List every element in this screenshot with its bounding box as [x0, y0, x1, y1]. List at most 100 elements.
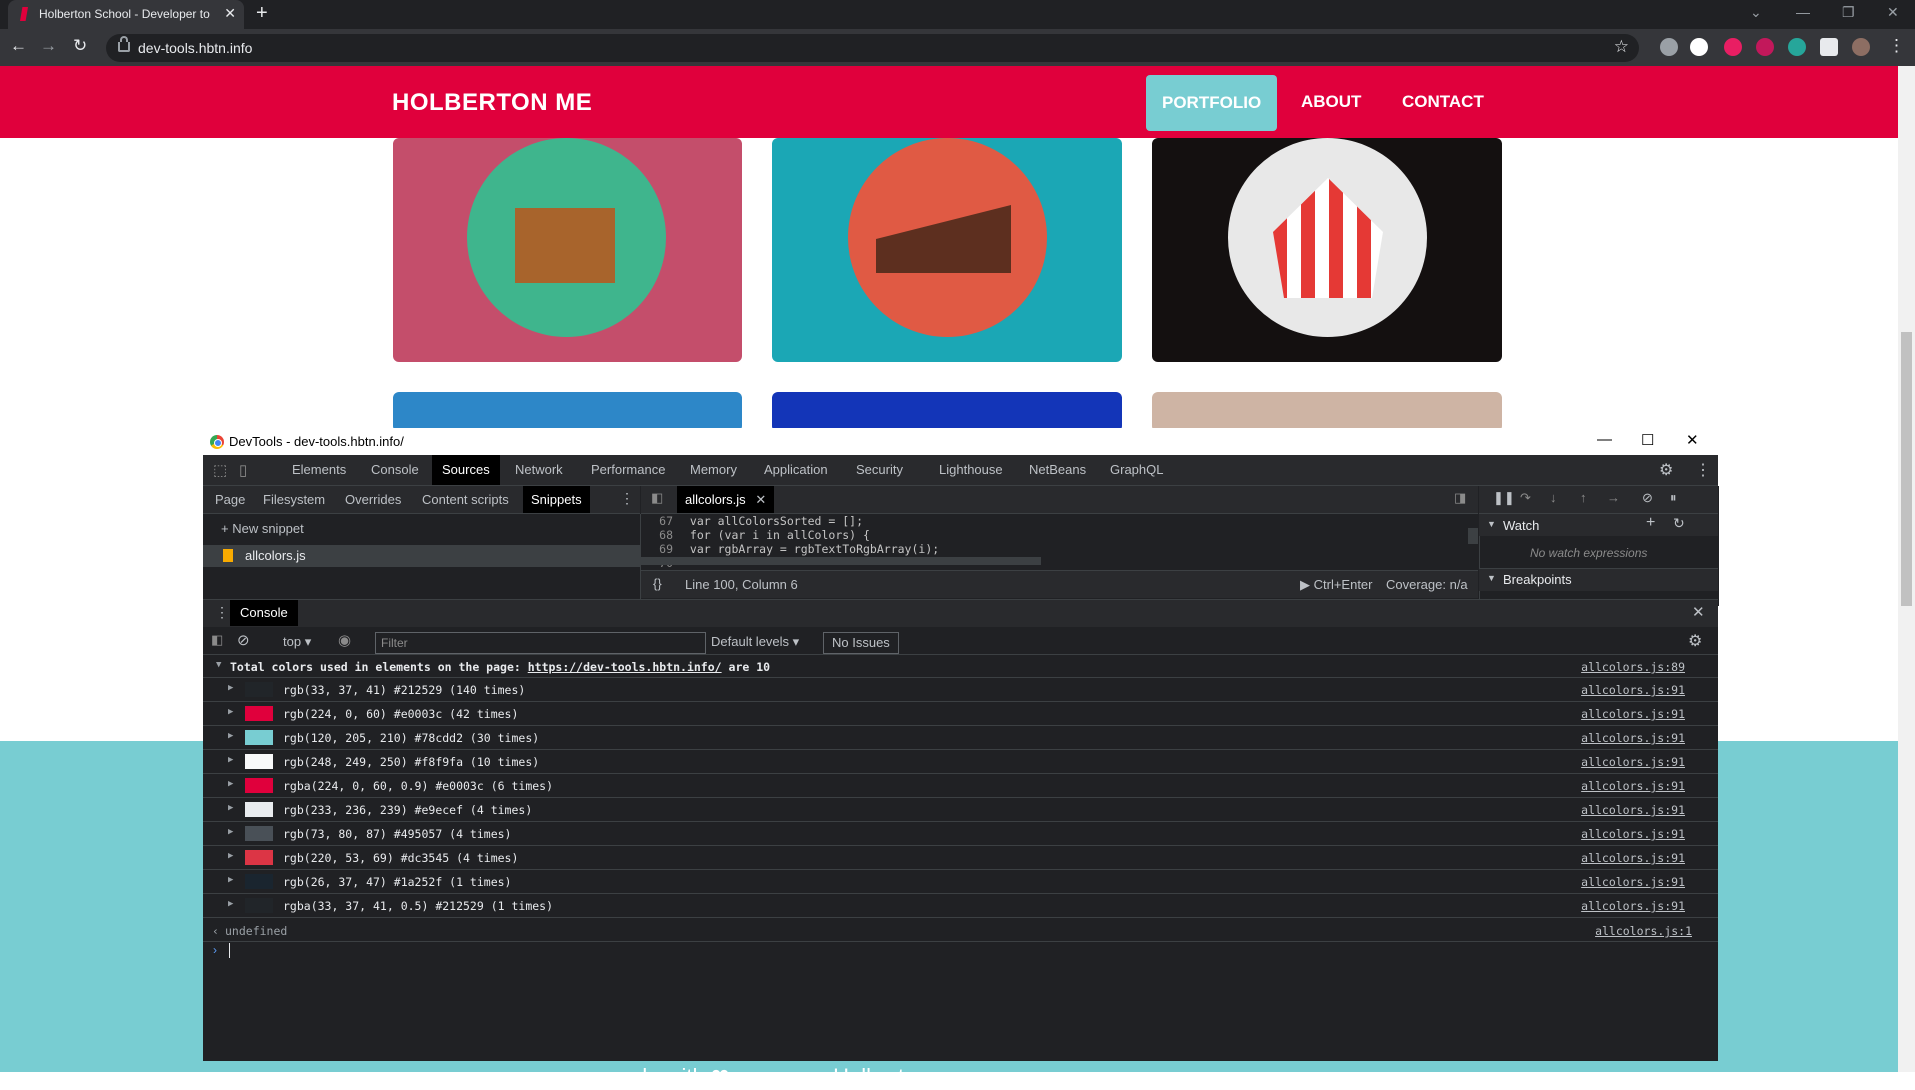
- extension-pink-icon[interactable]: [1724, 38, 1742, 56]
- expand-arrow-icon[interactable]: ▶: [228, 803, 233, 813]
- device-toolbar-icon[interactable]: ▯: [239, 461, 247, 479]
- tab-graphql[interactable]: GraphQL: [1100, 455, 1173, 485]
- console-input[interactable]: [229, 943, 230, 958]
- console-log-row[interactable]: ▶ rgb(224, 0, 60) #e0003c (42 times) allco…: [203, 702, 1718, 726]
- nav-about[interactable]: ABOUT: [1285, 66, 1377, 130]
- console-filter-input[interactable]: Filter: [375, 632, 706, 654]
- log-levels-dropdown[interactable]: Default levels ▾: [711, 634, 799, 650]
- source-link[interactable]: allcolors.js:91: [1581, 755, 1685, 769]
- address-bar[interactable]: dev-tools.hbtn.info ☆: [106, 34, 1639, 62]
- step-out-icon[interactable]: ↑: [1580, 490, 1587, 505]
- step-icon[interactable]: →: [1607, 490, 1620, 505]
- context-selector[interactable]: top ▾: [283, 634, 311, 650]
- drawer-menu-icon[interactable]: ⋮: [215, 604, 229, 621]
- console-log-row[interactable]: ▶ rgb(120, 205, 210) #78cdd2 (30 times) al…: [203, 726, 1718, 750]
- page-url-link[interactable]: https://dev-tools.hbtn.info/: [528, 660, 722, 674]
- tab-performance[interactable]: Performance: [581, 455, 675, 485]
- bookmark-star-icon[interactable]: ☆: [1614, 37, 1629, 57]
- nav-contact[interactable]: CONTACT: [1386, 66, 1500, 130]
- site-brand[interactable]: HOLBERTON ME: [392, 89, 592, 117]
- devtools-close-icon[interactable]: ✕: [1686, 431, 1699, 449]
- settings-gear-icon[interactable]: ⚙: [1659, 460, 1673, 480]
- tab-console[interactable]: Console: [361, 455, 429, 485]
- devtools-maximize-icon[interactable]: ☐: [1641, 431, 1654, 449]
- subtab-snippets[interactable]: Snippets: [523, 486, 590, 513]
- nav-portfolio[interactable]: PORTFOLIO: [1146, 75, 1278, 131]
- tab-security[interactable]: Security: [846, 455, 913, 485]
- expand-arrow-icon[interactable]: ▶: [228, 683, 233, 693]
- issues-button[interactable]: No Issues: [823, 632, 899, 654]
- portfolio-card-5[interactable]: [772, 392, 1122, 432]
- source-link[interactable]: allcolors.js:91: [1581, 731, 1685, 745]
- expand-arrow-icon[interactable]: ▶: [228, 875, 233, 885]
- tab-lighthouse[interactable]: Lighthouse: [929, 455, 1013, 485]
- result-source-link[interactable]: allcolors.js:1: [1595, 924, 1692, 938]
- editor-tab-close-icon[interactable]: ✕: [755, 492, 766, 507]
- deactivate-breakpoints-icon[interactable]: ⊘: [1642, 490, 1653, 506]
- navigator-menu-icon[interactable]: ⋮: [620, 490, 634, 507]
- pause-icon[interactable]: ❚❚: [1493, 490, 1515, 506]
- console-sidebar-icon[interactable]: ◧: [211, 632, 223, 648]
- tab-memory[interactable]: Memory: [680, 455, 747, 485]
- expand-arrow-icon[interactable]: ▶: [228, 707, 233, 717]
- source-link[interactable]: allcolors.js:91: [1581, 875, 1685, 889]
- subtab-content-scripts[interactable]: Content scripts: [414, 486, 517, 513]
- portfolio-card-4[interactable]: [393, 392, 742, 432]
- minimize-icon[interactable]: —: [1796, 4, 1810, 20]
- console-log-row[interactable]: ▶ rgb(26, 37, 47) #1a252f (1 times) allcol…: [203, 870, 1718, 894]
- tab-netbeans[interactable]: NetBeans: [1019, 455, 1096, 485]
- breakpoints-collapse-icon[interactable]: ▼: [1487, 573, 1496, 583]
- source-link[interactable]: allcolors.js:89: [1581, 660, 1685, 674]
- step-into-icon[interactable]: ↓: [1550, 490, 1557, 505]
- subtab-page[interactable]: Page: [207, 486, 253, 513]
- profile-avatar[interactable]: [1852, 38, 1870, 56]
- devtools-menu-icon[interactable]: ⋮: [1695, 460, 1711, 480]
- tab-close-icon[interactable]: ✕: [224, 5, 236, 22]
- close-drawer-icon[interactable]: ✕: [1692, 603, 1705, 621]
- editor-tab-allcolors[interactable]: allcolors.js ✕: [677, 486, 775, 513]
- watch-collapse-icon[interactable]: ▼: [1487, 519, 1496, 529]
- source-link[interactable]: allcolors.js:91: [1581, 899, 1685, 913]
- console-log-row[interactable]: ▶ rgb(220, 53, 69) #dc3545 (4 times) allco…: [203, 846, 1718, 870]
- subtab-filesystem[interactable]: Filesystem: [255, 486, 333, 513]
- expand-arrow-icon[interactable]: ▶: [228, 899, 233, 909]
- code-scrollbar[interactable]: [1468, 528, 1478, 544]
- pretty-print-icon[interactable]: {}: [653, 576, 662, 591]
- devtools-minimize-icon[interactable]: —: [1597, 431, 1612, 448]
- pause-on-exceptions-icon[interactable]: ⏸: [1670, 490, 1677, 506]
- console-log-row[interactable]: ▶ rgb(248, 249, 250) #f8f9fa (10 times) al…: [203, 750, 1718, 774]
- drawer-tab-console[interactable]: Console: [230, 600, 298, 626]
- back-icon[interactable]: ←: [10, 36, 27, 56]
- browser-menu-icon[interactable]: ⋮: [1888, 36, 1905, 56]
- console-log-row[interactable]: ▶ rgba(224, 0, 60, 0.9) #e0003c (6 times)…: [203, 774, 1718, 798]
- extensions-puzzle-icon[interactable]: [1820, 38, 1838, 56]
- subtab-overrides[interactable]: Overrides: [337, 486, 409, 513]
- step-over-icon[interactable]: ↷: [1520, 490, 1531, 506]
- source-link[interactable]: allcolors.js:91: [1581, 707, 1685, 721]
- console-log-row[interactable]: ▶ rgb(233, 236, 239) #e9ecef (4 times) all…: [203, 798, 1718, 822]
- refresh-watch-icon[interactable]: ↻: [1673, 515, 1685, 532]
- code-hscrollbar[interactable]: [641, 557, 1041, 565]
- source-link[interactable]: allcolors.js:91: [1581, 827, 1685, 841]
- clear-console-icon[interactable]: ⊘: [237, 631, 250, 649]
- browser-tab[interactable]: Holberton School - Developer to ✕: [8, 0, 244, 29]
- expand-arrow-icon[interactable]: ▶: [228, 827, 233, 837]
- toggle-debugger-icon[interactable]: ◨: [1454, 490, 1466, 506]
- extension-sparkle-icon[interactable]: [1788, 38, 1806, 56]
- live-expression-eye-icon[interactable]: ◉: [338, 631, 351, 649]
- console-settings-icon[interactable]: ⚙: [1688, 631, 1702, 651]
- group-expanded-icon[interactable]: ▼: [216, 660, 221, 670]
- extension-flower-icon[interactable]: [1756, 38, 1774, 56]
- extension-gear-icon[interactable]: [1660, 38, 1678, 56]
- source-link[interactable]: allcolors.js:91: [1581, 683, 1685, 697]
- source-link[interactable]: allcolors.js:91: [1581, 851, 1685, 865]
- inspect-element-icon[interactable]: ⬚: [213, 461, 227, 479]
- toggle-navigator-icon[interactable]: ◧: [651, 490, 663, 506]
- close-window-icon[interactable]: ✕: [1887, 4, 1899, 21]
- new-tab-button[interactable]: +: [256, 2, 268, 25]
- scrollbar-thumb[interactable]: [1901, 332, 1912, 606]
- portfolio-card-circus[interactable]: [1152, 138, 1502, 362]
- add-watch-icon[interactable]: +: [1646, 514, 1655, 532]
- expand-arrow-icon[interactable]: ▶: [228, 851, 233, 861]
- tab-elements[interactable]: Elements: [282, 455, 356, 485]
